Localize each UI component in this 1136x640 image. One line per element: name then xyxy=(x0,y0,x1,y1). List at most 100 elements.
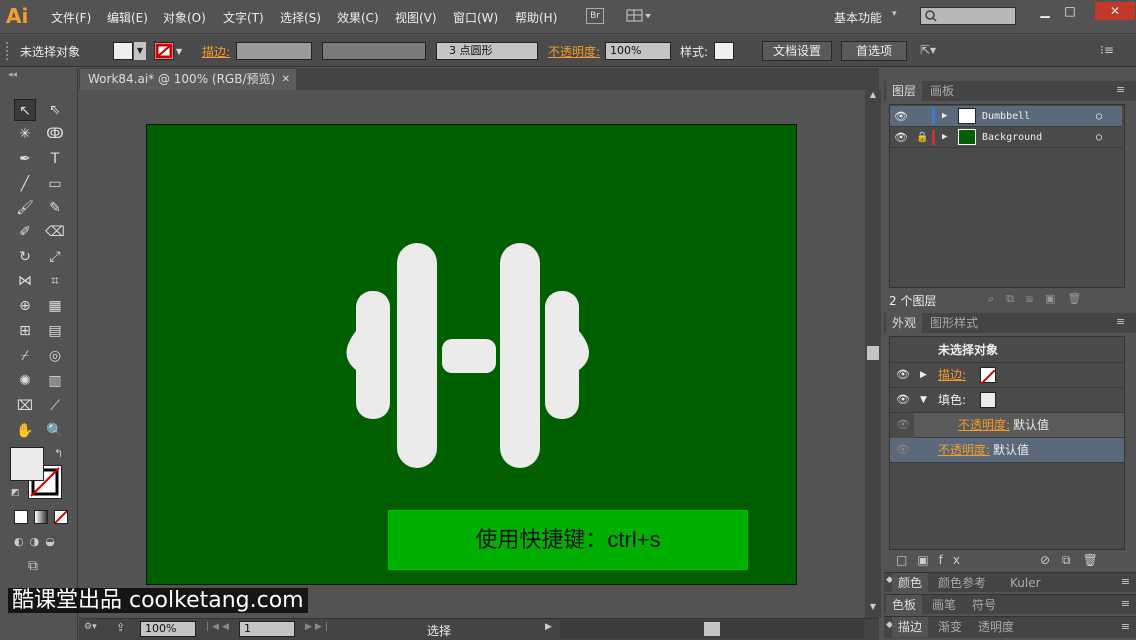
panel-menu-icon[interactable]: ≡ xyxy=(1121,597,1130,610)
menu-select[interactable]: 选择(S) xyxy=(280,9,321,26)
status-menu-icon[interactable]: ▶ xyxy=(545,622,552,632)
control-menu-icon[interactable]: ⁝≡ xyxy=(1100,43,1114,57)
brush-definition-dropdown[interactable]: 3 点圆形 xyxy=(436,42,538,60)
tab-color-guide[interactable]: 颜色参考 xyxy=(932,573,992,593)
opacity-label[interactable]: 不透明度: xyxy=(548,43,600,60)
direct-selection-tool-icon[interactable]: ⇖ xyxy=(44,99,66,121)
isolate-icon[interactable]: ⇱▾ xyxy=(920,43,936,57)
appearance-fill-opacity-row[interactable]: 不透明度: 默认值 xyxy=(914,413,1124,438)
opacity-label[interactable]: 不透明度: xyxy=(938,438,990,462)
preferences-button[interactable]: 首选项 xyxy=(841,41,907,61)
type-tool-icon[interactable]: T xyxy=(44,148,66,170)
none-mode-icon[interactable] xyxy=(54,510,68,524)
tab-artboards[interactable]: 画板 xyxy=(924,81,960,101)
menu-object[interactable]: 对象(O) xyxy=(163,9,206,26)
lasso-tool-icon[interactable]: ↂ xyxy=(44,123,66,145)
fill-color-front[interactable] xyxy=(10,447,44,481)
appearance-fill-row[interactable]: 👁 ▼ 填色: xyxy=(890,388,1124,413)
document-tab[interactable]: Work84.ai* @ 100% (RGB/预览) ✕ xyxy=(80,69,296,90)
width-tool-icon[interactable]: ⋈ xyxy=(14,270,36,292)
menu-edit[interactable]: 编辑(E) xyxy=(107,9,148,26)
status-share-icon[interactable]: ⇪ xyxy=(116,621,125,634)
status-options-icon[interactable]: ⚙▾ xyxy=(84,622,97,632)
menu-type[interactable]: 文字(T) xyxy=(223,9,264,26)
color-mode-icon[interactable] xyxy=(14,510,28,524)
next-last-artboard-icon[interactable]: ▶▶| xyxy=(305,622,331,632)
visibility-eye-icon[interactable]: 👁 xyxy=(896,418,910,431)
pen-tool-icon[interactable]: ✒ xyxy=(14,148,36,170)
layer-row-background[interactable]: 👁 🔒 ▶ Background ○ xyxy=(890,127,1122,148)
tab-transparency[interactable]: 透明度 xyxy=(972,617,1020,637)
layer-row-dumbbell[interactable]: 👁 ▶ Dumbbell ○ xyxy=(890,106,1122,127)
blob-brush-tool-icon[interactable]: ✐ xyxy=(14,221,36,243)
expand-layer-icon[interactable]: ▶ xyxy=(942,106,947,127)
column-graph-tool-icon[interactable]: ▥ xyxy=(44,370,66,392)
gradient-mode-icon[interactable] xyxy=(34,510,48,524)
tab-appearance[interactable]: 外观 xyxy=(886,313,923,333)
horizontal-scrollbar[interactable] xyxy=(560,620,864,638)
appearance-stroke-label[interactable]: 描边: xyxy=(938,363,966,387)
blend-tool-icon[interactable]: ◎ xyxy=(44,345,66,367)
appearance-stroke-swatch[interactable] xyxy=(980,367,996,385)
paintbrush-tool-icon[interactable]: 🖌 xyxy=(14,197,36,219)
first-prev-artboard-icon[interactable]: |◀◀ xyxy=(206,622,232,632)
hand-tool-icon[interactable]: ✋ xyxy=(14,420,36,442)
screen-mode-icon[interactable]: ⧉ xyxy=(28,558,38,574)
scroll-up-icon[interactable]: ▲ xyxy=(865,90,881,104)
close-tab-icon[interactable]: ✕ xyxy=(282,69,290,90)
magic-wand-tool-icon[interactable]: ✳ xyxy=(14,123,36,145)
layer-actions-icons[interactable]: ⌕⧉⧈▣🗑 xyxy=(988,292,1093,306)
panel-menu-icon[interactable]: ≡ xyxy=(1121,620,1130,633)
tab-swatches[interactable]: 色板 xyxy=(886,595,923,615)
tab-graphic-styles[interactable]: 图形样式 xyxy=(924,313,984,333)
menu-file[interactable]: 文件(F) xyxy=(51,9,91,26)
menu-window[interactable]: 窗口(W) xyxy=(453,9,498,26)
shape-builder-tool-icon[interactable]: ⊕ xyxy=(14,295,36,317)
visibility-eye-icon[interactable]: 👁 xyxy=(894,127,908,148)
menu-view[interactable]: 视图(V) xyxy=(395,9,437,26)
pencil-tool-icon[interactable]: ✎ xyxy=(44,197,66,219)
bridge-button[interactable]: Br xyxy=(586,8,604,24)
zoom-tool-icon[interactable]: 🔍 xyxy=(44,420,66,442)
visibility-eye-icon[interactable]: 👁 xyxy=(894,106,908,127)
draw-modes-icon[interactable]: ◐◑◒ xyxy=(14,535,70,551)
appearance-panel-menu-icon[interactable]: ≡ xyxy=(1116,315,1125,328)
appearance-opacity-row[interactable]: 👁 不透明度: 默认值 xyxy=(890,438,1124,463)
graphic-style-swatch[interactable] xyxy=(714,42,734,60)
tab-color[interactable]: 颜色 xyxy=(892,573,929,593)
layer-name[interactable]: Background xyxy=(982,127,1042,148)
maximize-button[interactable]: □ xyxy=(1055,2,1085,20)
stroke-dropdown-icon[interactable]: ▼ xyxy=(176,47,182,56)
gradient-tool-icon[interactable]: ▤ xyxy=(44,320,66,342)
eraser-tool-icon[interactable]: ⌫ xyxy=(44,221,66,243)
tab-brushes[interactable]: 画笔 xyxy=(926,595,962,615)
perspective-grid-tool-icon[interactable]: ▦ xyxy=(44,295,66,317)
scroll-down-icon[interactable]: ▼ xyxy=(865,602,881,616)
stroke-label[interactable]: 描边: xyxy=(202,43,230,60)
tab-gradient[interactable]: 渐变 xyxy=(932,617,968,637)
horizontal-scroll-thumb[interactable] xyxy=(704,622,720,636)
appearance-fill-label[interactable]: 填色: xyxy=(938,388,966,412)
help-search-input[interactable] xyxy=(920,7,1016,25)
close-window-button[interactable]: ✕ xyxy=(1095,2,1135,20)
document-setup-button[interactable]: 文档设置 xyxy=(762,41,832,61)
appearance-actions-icons[interactable]: □▣fx xyxy=(896,553,970,567)
eyedropper-tool-icon[interactable]: ⌿ xyxy=(14,345,36,367)
appearance-clear-icons[interactable]: ⊘⧉🗑 xyxy=(1040,553,1110,568)
fill-dropdown[interactable]: ▼ xyxy=(134,42,146,60)
target-circle-icon[interactable]: ○ xyxy=(1096,127,1102,148)
menu-effect[interactable]: 效果(C) xyxy=(337,9,379,26)
variable-width-dropdown[interactable] xyxy=(322,42,426,60)
opacity-field[interactable]: 100% xyxy=(605,42,671,60)
lock-icon[interactable]: 🔒 xyxy=(916,127,928,148)
visibility-eye-icon[interactable]: 👁 xyxy=(896,388,910,412)
appearance-fill-swatch[interactable] xyxy=(980,392,996,408)
target-circle-icon[interactable]: ○ xyxy=(1096,106,1102,127)
swap-colors-icon[interactable]: ↰ xyxy=(54,447,63,460)
tab-symbols[interactable]: 符号 xyxy=(966,595,1002,615)
selection-tool-icon[interactable]: ↖ xyxy=(14,99,36,121)
vertical-scroll-thumb[interactable] xyxy=(867,346,879,360)
line-tool-icon[interactable]: ╱ xyxy=(14,173,36,195)
collapse-fill-icon[interactable]: ▼ xyxy=(920,388,927,412)
tools-collapse-icon[interactable]: ◂◂ xyxy=(8,70,17,80)
